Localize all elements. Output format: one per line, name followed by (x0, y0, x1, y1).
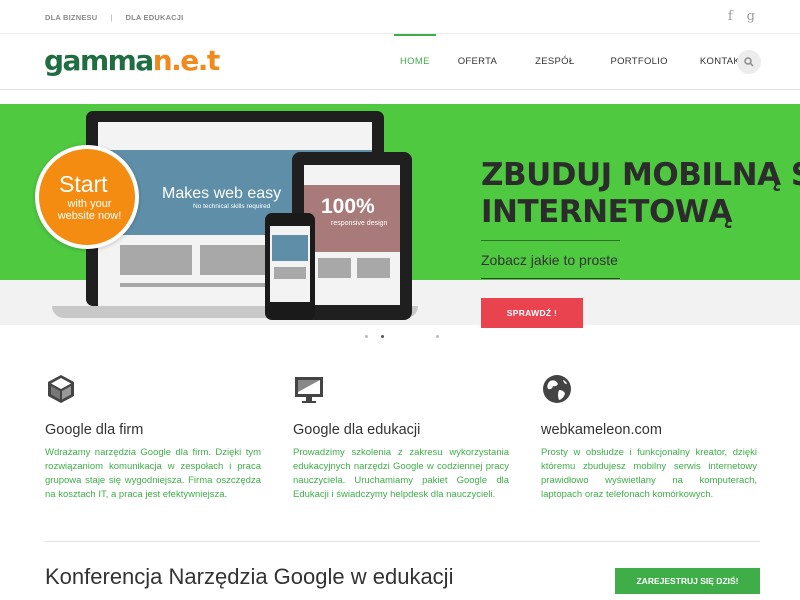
feature-title: Google dla edukacji (293, 422, 421, 438)
conference-title: Konferencja Narzędzia Google w edukacji (45, 564, 454, 589)
laptop-text: Makes web easy (162, 185, 282, 202)
nav-oferta[interactable]: OFERTA (444, 34, 511, 90)
top-bar: DLA BIZNESU | DLA EDUKACJI f g (0, 0, 800, 34)
page: DLA BIZNESU | DLA EDUKACJI f g gamman.e.… (0, 0, 800, 600)
laptop-subtext: No technical skills required (193, 203, 271, 210)
nav-home[interactable]: HOME (386, 34, 444, 90)
link-dla-biznesu[interactable]: DLA BIZNESU (45, 13, 97, 22)
slider-dot[interactable] (365, 335, 368, 338)
badge-big-text: Start (59, 171, 108, 197)
tablet-screen-block (357, 258, 390, 278)
slider-dot-active[interactable] (381, 335, 384, 338)
section-divider (45, 541, 760, 542)
link-dla-edukacji[interactable]: DLA EDUKACJI (126, 13, 184, 22)
search-icon (744, 57, 754, 67)
sprawdz-button[interactable]: SPRAWDŹ ! (481, 298, 583, 328)
google-plus-icon[interactable]: g (747, 9, 755, 24)
phone-screen-hero (272, 235, 308, 261)
top-links-separator: | (110, 13, 113, 22)
social-links: f g (728, 9, 755, 24)
register-button[interactable]: ZAREJESTRUJ SIĘ DZIŚ! (615, 568, 760, 594)
feature-text: Prowadzimy szkolenia z zakresu wykorzyst… (293, 447, 509, 500)
facebook-icon[interactable]: f (728, 9, 733, 24)
site-header: gamman.e.t HOME OFERTA ZESPÓŁ PORTFOLIO … (0, 34, 800, 90)
globe-icon (543, 375, 571, 403)
monitor-icon (295, 377, 323, 403)
laptop-screen-block (120, 283, 270, 287)
laptop-screen-block (200, 245, 272, 275)
main-nav: HOME OFERTA ZESPÓŁ PORTFOLIO KONTAKT (386, 34, 760, 90)
logo[interactable]: gamman.e.t (44, 44, 221, 77)
logo-main: gamma (44, 44, 154, 77)
tablet-text: 100% (321, 195, 375, 218)
feature-google-edukacja: Google dla edukacji Prowadzimy szkolenia… (293, 373, 509, 502)
tablet-subtext: responsive design (331, 220, 388, 227)
search-button[interactable] (737, 50, 761, 74)
feature-webkameleon: webkameleon.com Prosty w obsłudze i funk… (541, 373, 757, 502)
hero-divider-top (481, 240, 620, 241)
phone-screen-block (274, 267, 306, 279)
top-links: DLA BIZNESU | DLA EDUKACJI (45, 13, 183, 22)
feature-text: Prosty w obsłudze i funkcjonalny kreator… (541, 447, 757, 500)
feature-title: Google dla firm (45, 422, 144, 438)
hero-subtitle: Zobacz jakie to proste (481, 252, 618, 268)
slider-dot[interactable] (436, 335, 439, 338)
hero-title: ZBUDUJ MOBILNĄ STRONĘ INTERNETOWĄ (481, 157, 800, 231)
tablet-screen-block (318, 258, 351, 278)
features-section: Google dla firm Wdrażamy narzędzia Googl… (45, 373, 760, 513)
hero-divider-bottom (481, 278, 620, 279)
hero-title-line1: ZBUDUJ MOBILNĄ STRONĘ (481, 157, 800, 193)
hero-title-line2: INTERNETOWĄ (481, 194, 732, 230)
feature-title: webkameleon.com (541, 422, 662, 438)
feature-text: Wdrażamy narzędzia Google dla firm. Dzię… (45, 447, 261, 500)
cube-icon (48, 375, 74, 403)
nav-zespol[interactable]: ZESPÓŁ (521, 34, 588, 90)
nav-portfolio[interactable]: PORTFOLIO (596, 34, 681, 90)
laptop-screen-block (120, 245, 192, 275)
badge-small-text: with your website now! (57, 198, 122, 222)
feature-google-firm: Google dla firm Wdrażamy narzędzia Googl… (45, 373, 261, 502)
logo-accent: n.e.t (152, 44, 221, 77)
